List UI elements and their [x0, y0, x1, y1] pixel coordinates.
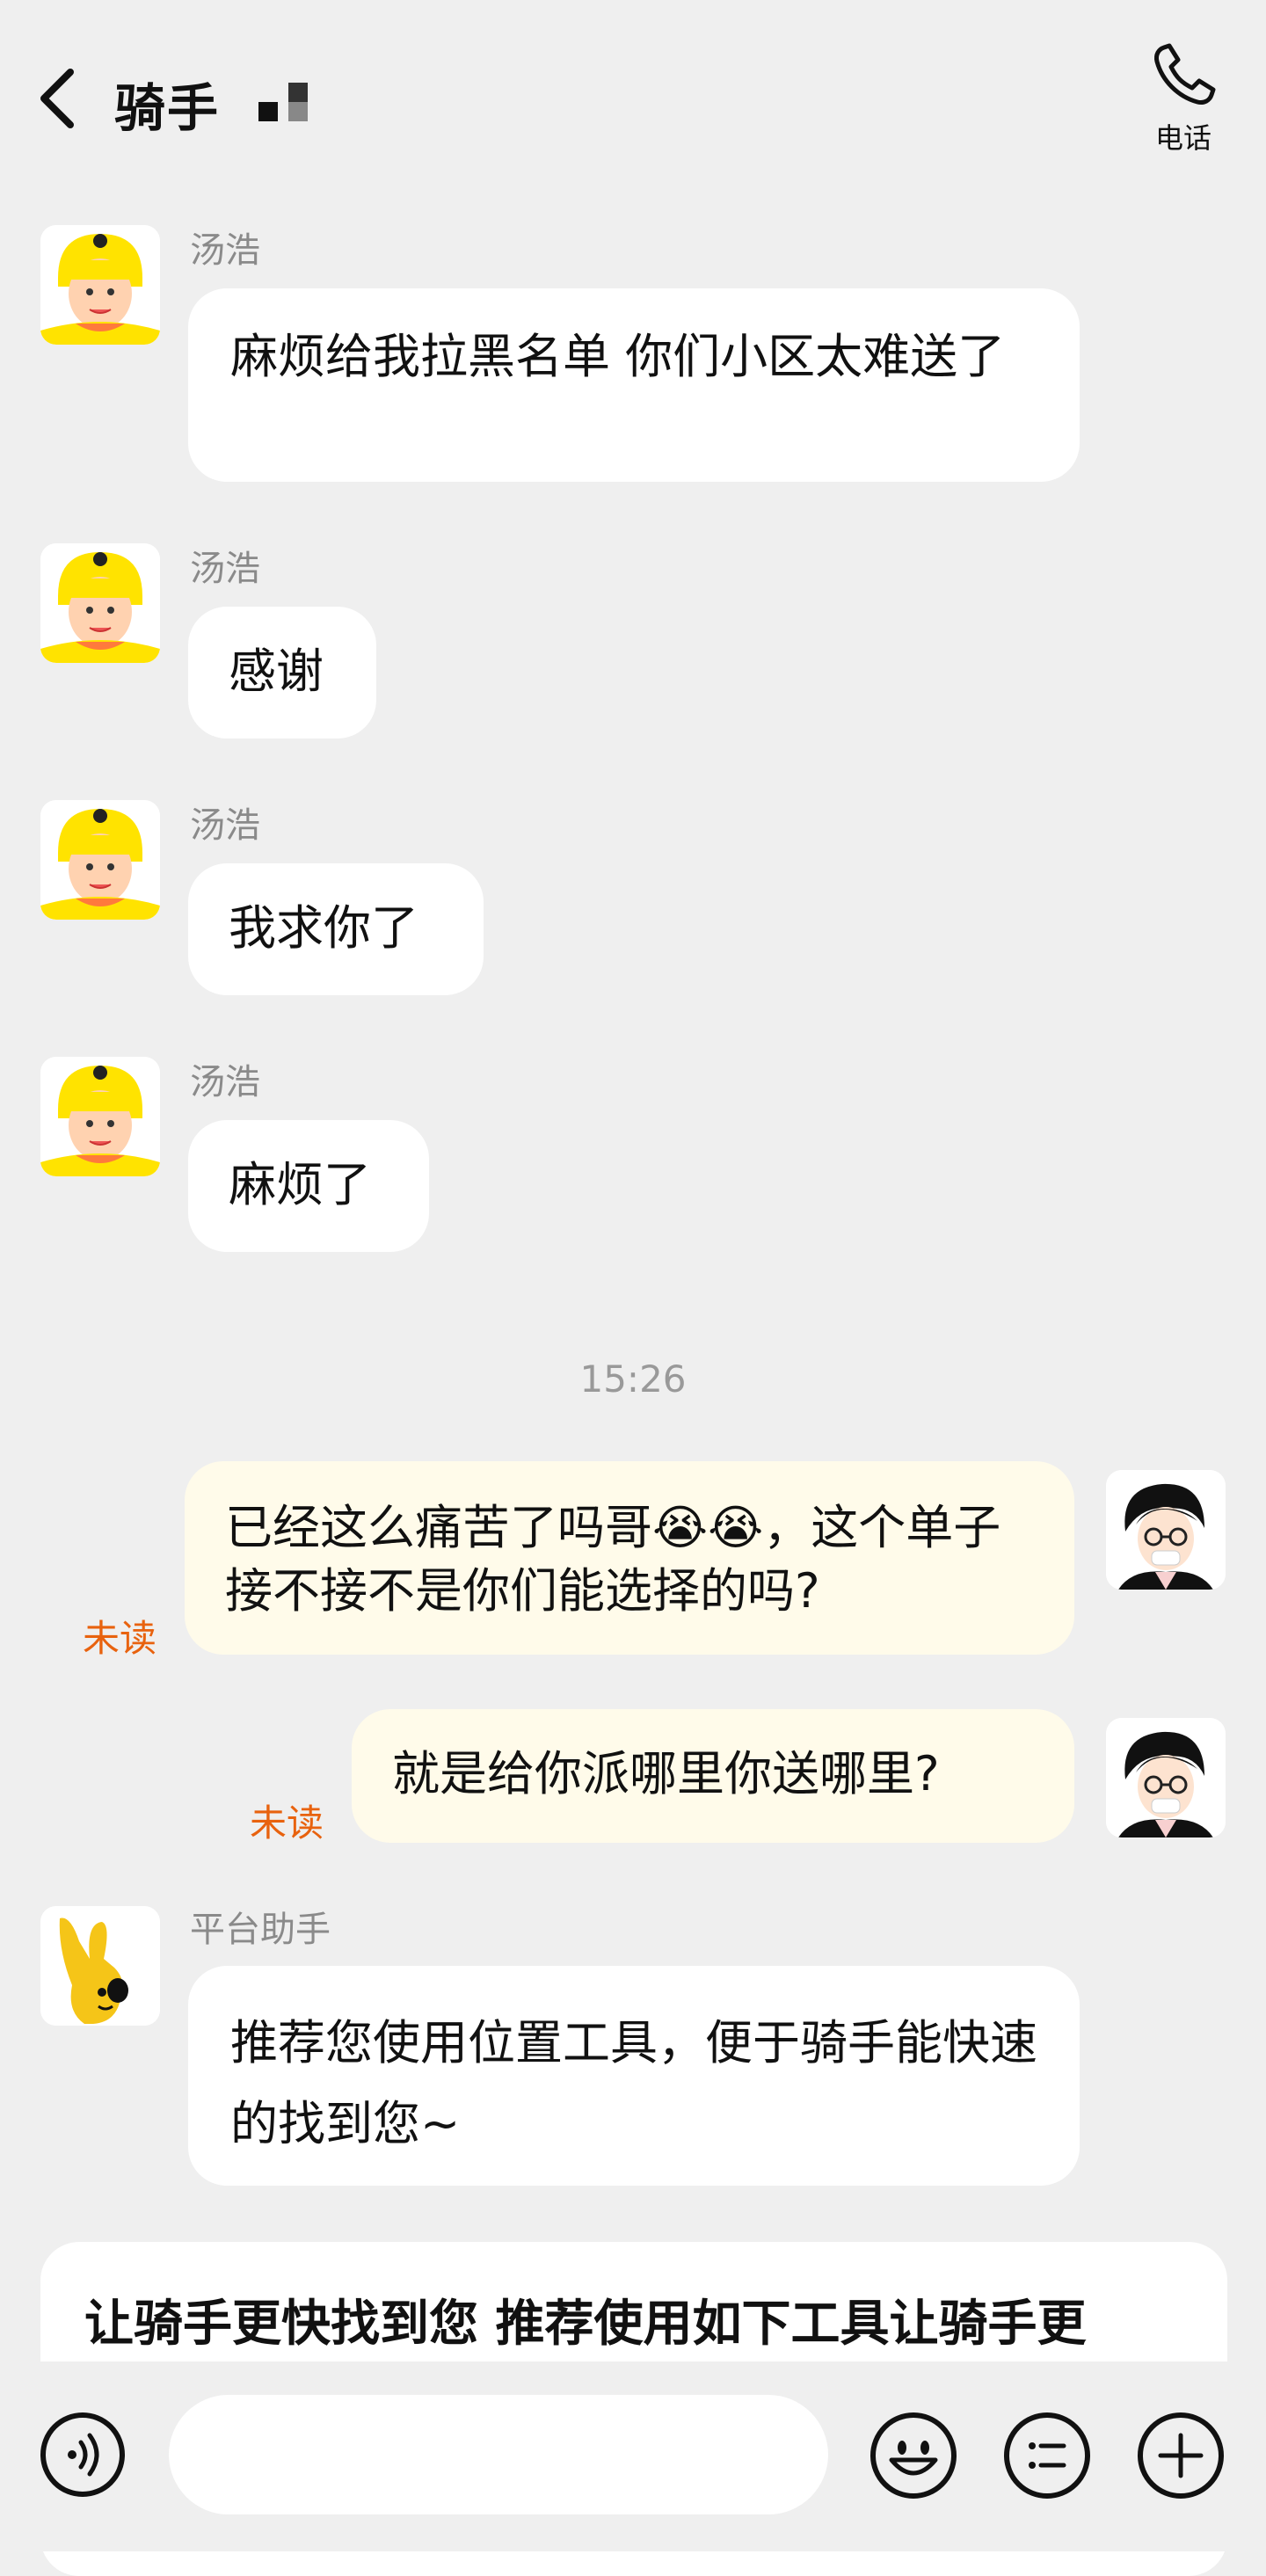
masked-rider-name: [255, 81, 318, 121]
message-bubble[interactable]: 我求你了: [188, 863, 484, 995]
user-avatar[interactable]: [1106, 1718, 1226, 1837]
card-title: 让骑手更快找到您 推荐使用如下工具让骑手更: [84, 2296, 1087, 2353]
sender-name: 平台助手: [190, 1910, 331, 1950]
message-bubble-mine[interactable]: 就是给你派哪里你送哪里?: [352, 1709, 1074, 1843]
emoji-button[interactable]: [870, 2412, 957, 2499]
assistant-avatar[interactable]: [40, 1906, 160, 2026]
sender-name: 汤浩: [190, 1062, 260, 1102]
chat-timestamp: 15:26: [579, 1357, 687, 1401]
back-button[interactable]: [33, 63, 86, 134]
phone-label: 电话: [1154, 121, 1211, 155]
unread-status: 未读: [250, 1801, 324, 1845]
sender-name: 汤浩: [190, 230, 260, 271]
message-bubble[interactable]: 麻烦给我拉黑名单 你们小区太难送了: [188, 288, 1080, 482]
rider-avatar[interactable]: [40, 225, 160, 345]
message-bubble[interactable]: 推荐您使用位置工具，便于骑手能快速的找到您~: [188, 1966, 1080, 2186]
rider-avatar[interactable]: [40, 800, 160, 920]
chat-header: 骑手 电话: [0, 0, 1266, 193]
rider-avatar-icon: [40, 543, 160, 663]
sender-name: 汤浩: [190, 805, 260, 846]
page-title: 骑手: [114, 78, 221, 138]
message-input[interactable]: [169, 2395, 828, 2514]
user-avatar-icon: [1106, 1470, 1226, 1590]
input-bar: [0, 2361, 1266, 2551]
rider-avatar-icon: [40, 800, 160, 920]
rider-avatar[interactable]: [40, 1057, 160, 1176]
emoji-icon: [889, 2441, 938, 2476]
voice-button[interactable]: [40, 2412, 125, 2497]
message-bubble[interactable]: 麻烦了: [188, 1120, 429, 1252]
unread-status: 未读: [83, 1617, 157, 1660]
message-bubble-mine[interactable]: 已经这么痛苦了吗哥😭😭，这个单子接不接不是你们能选择的吗?: [185, 1461, 1074, 1655]
plus-icon: [1158, 2433, 1204, 2478]
phone-button[interactable]: 电话: [1143, 42, 1224, 156]
phone-icon: [1154, 43, 1216, 105]
rider-avatar-icon: [40, 1057, 160, 1176]
more-button[interactable]: [1138, 2412, 1224, 2499]
sender-name: 汤浩: [190, 549, 260, 589]
assistant-mascot-icon: [40, 1906, 160, 2026]
message-bubble[interactable]: 感谢: [188, 607, 376, 739]
quick-reply-icon: [1029, 2442, 1066, 2469]
voice-icon: [68, 2433, 99, 2477]
user-avatar-icon: [1106, 1718, 1226, 1837]
back-chevron-icon: [40, 69, 74, 128]
rider-avatar[interactable]: [40, 543, 160, 663]
user-avatar[interactable]: [1106, 1470, 1226, 1590]
rider-avatar-icon: [40, 225, 160, 345]
quick-reply-button[interactable]: [1004, 2412, 1090, 2499]
